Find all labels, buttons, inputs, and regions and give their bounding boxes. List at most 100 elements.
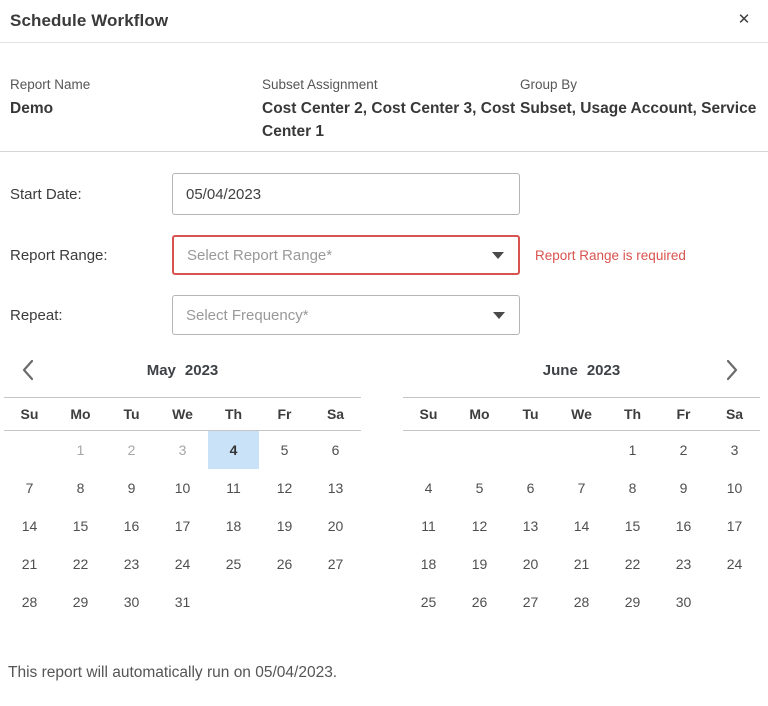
calendar-day[interactable]: 15 — [55, 507, 106, 545]
calendar-day[interactable]: 27 — [310, 545, 361, 583]
calendar-panel: May 2023 SuMoTuWeThFrSa 1234567891011121… — [0, 355, 768, 621]
calendar-day[interactable]: 17 — [709, 507, 760, 545]
calendar-day[interactable]: 19 — [454, 545, 505, 583]
day-grid: 1234567891011121314151617181920212223242… — [403, 431, 760, 621]
calendar-day[interactable]: 31 — [157, 583, 208, 621]
calendar-day[interactable]: 9 — [658, 469, 709, 507]
week-row: 21222324252627 — [4, 545, 361, 583]
previous-month-button[interactable] — [13, 356, 41, 384]
next-month-button[interactable] — [718, 356, 746, 384]
calendar-day[interactable]: 29 — [55, 583, 106, 621]
field-value: Demo — [10, 97, 262, 120]
calendar-day[interactable]: 29 — [607, 583, 658, 621]
calendar-day[interactable]: 21 — [556, 545, 607, 583]
calendar-day[interactable]: 23 — [106, 545, 157, 583]
weekday-label: Tu — [505, 406, 556, 422]
weekday-label: Sa — [310, 406, 361, 422]
calendar-day[interactable]: 22 — [55, 545, 106, 583]
calendar-day[interactable]: 11 — [208, 469, 259, 507]
calendar-day[interactable]: 5 — [259, 431, 310, 469]
calendar-day[interactable]: 25 — [208, 545, 259, 583]
calendar-day[interactable]: 16 — [106, 507, 157, 545]
calendar-day[interactable]: 11 — [403, 507, 454, 545]
calendar-day[interactable]: 25 — [403, 583, 454, 621]
week-row: 123456 — [4, 431, 361, 469]
close-button[interactable]: ✕ — [731, 6, 757, 32]
calendar-day[interactable]: 2 — [658, 431, 709, 469]
chevron-right-icon — [725, 359, 740, 381]
calendar-day[interactable]: 28 — [4, 583, 55, 621]
calendar-day[interactable]: 14 — [556, 507, 607, 545]
calendar-day[interactable]: 8 — [55, 469, 106, 507]
calendar-day[interactable]: 6 — [310, 431, 361, 469]
calendar-day[interactable]: 18 — [403, 545, 454, 583]
week-row: 28293031 — [4, 583, 361, 621]
auto-run-note: This report will automatically run on 05… — [0, 663, 768, 682]
calendar-month-may: May 2023 SuMoTuWeThFrSa 1234567891011121… — [4, 355, 361, 621]
calendar-day[interactable]: 24 — [157, 545, 208, 583]
calendar-day[interactable]: 15 — [607, 507, 658, 545]
dialog-header: Schedule Workflow ✕ — [0, 0, 768, 43]
calendar-day[interactable]: 10 — [157, 469, 208, 507]
calendar-day[interactable]: 30 — [658, 583, 709, 621]
calendar-day[interactable]: 8 — [607, 469, 658, 507]
weekday-label: Sa — [709, 406, 760, 422]
summary-field-report-name: Report Name Demo — [10, 76, 262, 143]
calendar-day[interactable]: 28 — [556, 583, 607, 621]
calendar-day[interactable]: 14 — [4, 507, 55, 545]
weekday-label: Mo — [55, 406, 106, 422]
report-range-label: Report Range: — [10, 247, 172, 264]
weekday-label: Tu — [106, 406, 157, 422]
calendar-day[interactable]: 9 — [106, 469, 157, 507]
calendar-day[interactable]: 6 — [505, 469, 556, 507]
empty-day-cell — [310, 583, 361, 621]
calendar-day[interactable]: 4 — [208, 431, 259, 469]
empty-day-cell — [4, 431, 55, 469]
field-label: Subset Assignment — [262, 76, 520, 93]
calendar-day[interactable]: 2 — [106, 431, 157, 469]
weekday-label: Su — [4, 406, 55, 422]
calendar-day[interactable]: 10 — [709, 469, 760, 507]
calendar-day[interactable]: 22 — [607, 545, 658, 583]
calendar-day[interactable]: 13 — [505, 507, 556, 545]
repeat-label: Repeat: — [10, 307, 172, 324]
calendar-day[interactable]: 7 — [4, 469, 55, 507]
calendar-day[interactable]: 20 — [505, 545, 556, 583]
calendar-day[interactable]: 21 — [4, 545, 55, 583]
report-range-select[interactable]: Select Report Range* — [172, 235, 520, 275]
weekday-label: Th — [607, 406, 658, 422]
calendar-day[interactable]: 30 — [106, 583, 157, 621]
calendar-day[interactable]: 1 — [607, 431, 658, 469]
calendar-day[interactable]: 13 — [310, 469, 361, 507]
calendar-day[interactable]: 3 — [709, 431, 760, 469]
calendar-day[interactable]: 12 — [454, 507, 505, 545]
calendar-day[interactable]: 1 — [55, 431, 106, 469]
calendar-day[interactable]: 4 — [403, 469, 454, 507]
calendar-day[interactable]: 27 — [505, 583, 556, 621]
weekday-label: Su — [403, 406, 454, 422]
calendar-day[interactable]: 5 — [454, 469, 505, 507]
calendar-day[interactable]: 19 — [259, 507, 310, 545]
calendar-day[interactable]: 20 — [310, 507, 361, 545]
repeat-row: Repeat: Select Frequency* — [10, 295, 758, 335]
close-icon: ✕ — [738, 10, 751, 28]
summary-field-group-by: Group By Subset, Usage Account, Service — [520, 76, 758, 143]
calendar-day[interactable]: 23 — [658, 545, 709, 583]
calendar-day[interactable]: 16 — [658, 507, 709, 545]
field-value: Cost Center 2, Cost Center 3, Cost Cente… — [262, 97, 520, 143]
calendar-day[interactable]: 18 — [208, 507, 259, 545]
calendar-day[interactable]: 26 — [454, 583, 505, 621]
calendar-day[interactable]: 24 — [709, 545, 760, 583]
dropdown-caret-icon — [492, 252, 504, 259]
calendar-day[interactable]: 17 — [157, 507, 208, 545]
calendar-day[interactable]: 12 — [259, 469, 310, 507]
start-date-input[interactable] — [172, 173, 520, 215]
calendar-day[interactable]: 26 — [259, 545, 310, 583]
week-row: 18192021222324 — [403, 545, 760, 583]
month-name: May — [147, 362, 176, 379]
calendar-day[interactable]: 3 — [157, 431, 208, 469]
report-range-row: Report Range: Select Report Range* Repor… — [10, 235, 758, 275]
calendar-day[interactable]: 7 — [556, 469, 607, 507]
empty-day-cell — [709, 583, 760, 621]
repeat-select[interactable]: Select Frequency* — [172, 295, 520, 335]
